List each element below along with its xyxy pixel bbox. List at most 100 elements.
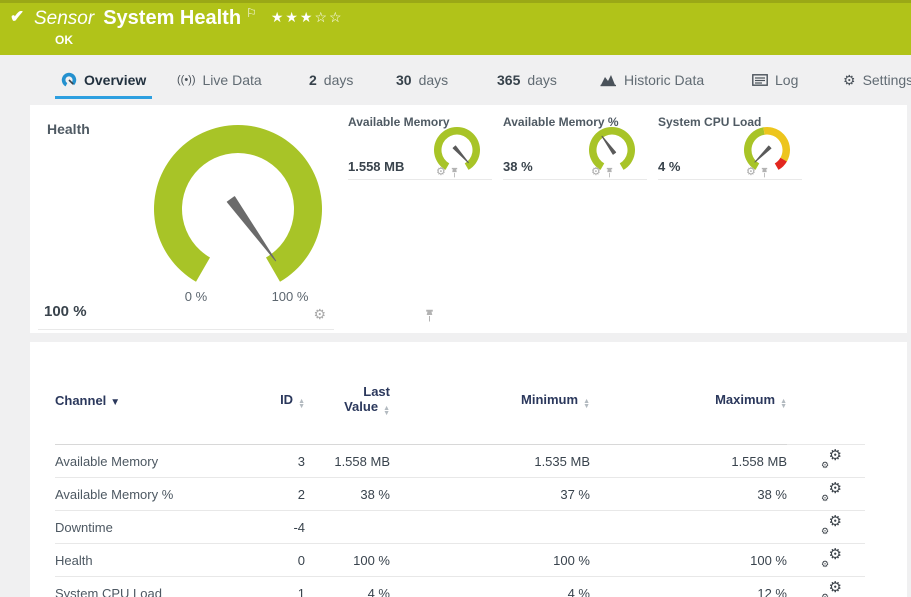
channel-settings-gears-icon[interactable]: ⚙⚙ <box>821 583 842 597</box>
cell-actions: ⚙⚙ <box>787 577 865 597</box>
channel-settings-gears-icon[interactable]: ⚙⚙ <box>821 484 842 501</box>
priority-stars[interactable]: ★★★☆☆ <box>271 9 344 25</box>
tab-2-days[interactable]: 2 days <box>309 62 353 98</box>
cell-last-value: 1.558 MB <box>305 445 390 478</box>
cell-minimum: 37 % <box>390 478 590 511</box>
sort-icon: ▲▼ <box>583 399 590 409</box>
priority-flag-icon[interactable]: ⚐ <box>246 6 257 20</box>
col-header-actions <box>787 342 865 445</box>
sort-icon: ▲▼ <box>780 399 787 409</box>
sort-icon: ▲▼ <box>298 399 305 409</box>
cell-channel: System CPU Load <box>55 577 245 597</box>
tab-live-data[interactable]: ((•)) Live Data <box>177 62 262 98</box>
cell-last-value: 38 % <box>305 478 390 511</box>
col-last-label-1: Last <box>344 384 390 399</box>
health-gauge <box>149 119 327 287</box>
area-chart-icon <box>600 73 617 87</box>
prtg-sensor-page: { "header": { "check_icon": "✔", "kind":… <box>0 0 911 597</box>
col-header-id[interactable]: ID ▲▼ <box>245 342 305 445</box>
cell-last-value <box>305 511 390 544</box>
gauges-panel: Health 0 % 100 % 100 % ⚙ Available Memor… <box>30 105 907 333</box>
widget-gear-icon[interactable]: ⚙ <box>313 307 326 321</box>
cell-id: -4 <box>245 511 305 544</box>
cell-actions: ⚙⚙ <box>787 478 865 511</box>
channel-settings-gears-icon[interactable]: ⚙⚙ <box>821 550 842 567</box>
widget-pin-icon[interactable] <box>605 167 614 178</box>
cell-last-value: 4 % <box>305 577 390 597</box>
cell-last-value: 100 % <box>305 544 390 577</box>
object-kind-label: Sensor <box>34 8 94 29</box>
widget-gear-icon[interactable]: ⚙ <box>436 167 446 178</box>
cell-id: 3 <box>245 445 305 478</box>
cell-channel: Downtime <box>55 511 245 544</box>
table-header-row: Channel ▼ ID ▲▼ Last Value ▲▼ Minimum ▲▼ Max… <box>55 342 865 445</box>
tab-live-data-label: Live Data <box>203 72 262 88</box>
tab-log[interactable]: Log <box>752 62 798 98</box>
tab-settings[interactable]: ⚙ Settings <box>843 62 911 98</box>
broadcast-icon: ((•)) <box>177 74 196 86</box>
table-row: System CPU Load14 %4 %12 %⚙⚙ <box>55 577 865 597</box>
table-row: Available Memory %238 %37 %38 %⚙⚙ <box>55 478 865 511</box>
col-header-maximum[interactable]: Maximum ▲▼ <box>590 342 787 445</box>
channel-settings-gears-icon[interactable]: ⚙⚙ <box>821 517 842 534</box>
cell-maximum: 100 % <box>590 544 787 577</box>
widget-gear-icon[interactable]: ⚙ <box>591 167 601 178</box>
sensor-header-band: ✔ SensorSystem Health⚐★★★☆☆ OK <box>0 0 911 55</box>
tab-365-days-number: 365 <box>497 72 520 88</box>
col-header-last-value[interactable]: Last Value ▲▼ <box>305 342 390 445</box>
widget-pin-icon[interactable] <box>760 167 769 178</box>
cell-maximum <box>590 511 787 544</box>
available-memory-pct-gauge-widget: Available Memory % 38 % ⚙ <box>503 115 647 180</box>
cell-minimum: 4 % <box>390 577 590 597</box>
channels-table: Channel ▼ ID ▲▼ Last Value ▲▼ Minimum ▲▼ Max… <box>55 342 865 597</box>
widget-pin-icon[interactable] <box>450 167 459 178</box>
widget-gear-icon[interactable]: ⚙ <box>746 167 756 178</box>
tab-historic-data[interactable]: Historic Data <box>600 62 704 98</box>
gauge-scale-min: 0 % <box>166 289 226 304</box>
col-header-channel[interactable]: Channel ▼ <box>55 342 245 445</box>
cell-actions: ⚙⚙ <box>787 544 865 577</box>
sensor-name: System Health <box>103 7 241 29</box>
channels-panel: Channel ▼ ID ▲▼ Last Value ▲▼ Minimum ▲▼ Max… <box>30 342 907 597</box>
sort-icon: ▲▼ <box>383 406 390 416</box>
tab-365-days[interactable]: 365 days <box>497 62 557 98</box>
gauge-scale-max: 100 % <box>260 289 320 304</box>
system-cpu-load-gauge-widget: System CPU Load 4 % ⚙ <box>658 115 802 180</box>
cell-id: 2 <box>245 478 305 511</box>
tab-settings-label: Settings <box>863 72 911 88</box>
gauge-icon <box>61 72 77 88</box>
health-gauge-widget: Health 0 % 100 % 100 % ⚙ <box>38 117 334 330</box>
gear-icon: ⚙ <box>843 72 856 89</box>
cell-channel: Available Memory % <box>55 478 245 511</box>
sensor-title-line: Sensor System Health ⚐ ★★★☆☆ <box>34 6 344 30</box>
cell-actions: ⚙⚙ <box>787 511 865 544</box>
chevron-down-icon: ▼ <box>110 397 120 408</box>
cell-channel: Available Memory <box>55 445 245 478</box>
channel-settings-gears-icon[interactable]: ⚙⚙ <box>821 451 842 468</box>
col-id-label: ID <box>280 392 293 407</box>
gauge-value: 4 % <box>658 159 680 174</box>
tab-log-label: Log <box>775 72 798 88</box>
table-row: Available Memory31.558 MB1.535 MB1.558 M… <box>55 445 865 478</box>
col-last-label-2: Value <box>344 399 378 414</box>
gauge-value: 38 % <box>503 159 533 174</box>
cell-minimum: 1.535 MB <box>390 445 590 478</box>
gauge-value: 1.558 MB <box>348 159 404 174</box>
col-header-minimum[interactable]: Minimum ▲▼ <box>390 342 590 445</box>
cell-minimum <box>390 511 590 544</box>
col-min-label: Minimum <box>521 392 578 407</box>
col-channel-label: Channel <box>55 393 106 408</box>
tab-2-days-unit: days <box>324 72 354 88</box>
cell-id: 1 <box>245 577 305 597</box>
status-ok-check-icon: ✔ <box>10 7 24 27</box>
col-max-label: Maximum <box>715 392 775 407</box>
tab-overview[interactable]: Overview <box>61 62 146 98</box>
tab-overview-label: Overview <box>84 72 146 88</box>
tab-30-days-unit: days <box>419 72 449 88</box>
tab-30-days[interactable]: 30 days <box>396 62 448 98</box>
tab-30-days-number: 30 <box>396 72 412 88</box>
gauge-value: 100 % <box>44 303 87 320</box>
available-memory-gauge-widget: Available Memory 1.558 MB ⚙ <box>348 115 492 180</box>
cell-id: 0 <box>245 544 305 577</box>
cell-maximum: 1.558 MB <box>590 445 787 478</box>
